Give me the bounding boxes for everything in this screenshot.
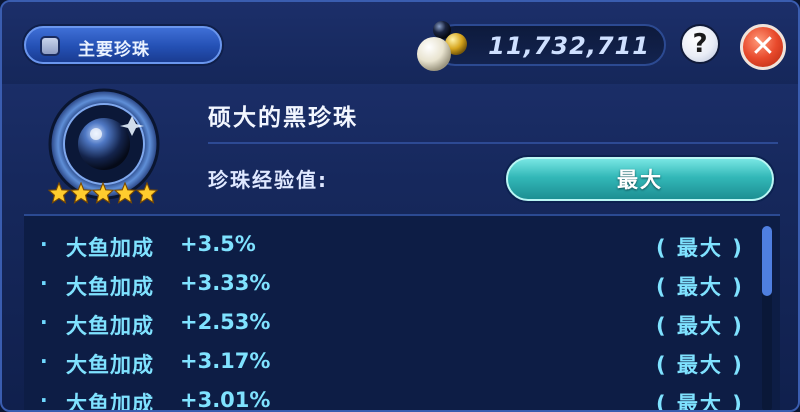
bonus-label: 大鱼加成 (66, 314, 154, 338)
star-icon (136, 182, 158, 204)
help-button[interactable]: ? (680, 24, 720, 64)
bonus-value: +3.17% (180, 349, 271, 373)
tab-main-pearl[interactable]: 主要珍珠 (24, 26, 222, 64)
bonus-label: 大鱼加成 (66, 275, 154, 299)
list-item: · 大鱼加成 +3.5% ( 最大 ) (24, 226, 760, 264)
bonus-value: +3.33% (180, 271, 271, 295)
bonus-label: 大鱼加成 (66, 236, 154, 260)
list-item: · 大鱼加成 +2.53% ( 最大 ) (24, 304, 760, 342)
star-icon (114, 182, 136, 204)
pearls-icon (417, 21, 467, 71)
scrollbar-thumb[interactable] (762, 226, 772, 296)
list-item: · 大鱼加成 +3.17% ( 最大 ) (24, 343, 760, 381)
pearl-name: 硕大的黑珍珠 (208, 105, 358, 131)
bonus-status: ( 最大 ) (656, 314, 744, 338)
bonus-list[interactable]: · 大鱼加成 +3.5% ( 最大 ) · 大鱼加成 +3.33% ( 最大 )… (24, 214, 780, 412)
star-icon (70, 182, 92, 204)
bullet: · (40, 349, 48, 373)
bonus-status: ( 最大 ) (656, 353, 744, 377)
list-item: · 大鱼加成 +3.01% ( 最大 ) (24, 382, 760, 412)
bonus-status: ( 最大 ) (656, 236, 744, 260)
divider (208, 142, 778, 144)
bullet: · (40, 271, 48, 295)
coin-value: 11,732,711 (488, 32, 650, 60)
help-icon: ? (692, 29, 708, 59)
exp-label: 珍珠经验值: (208, 168, 328, 192)
bullet: · (40, 232, 48, 256)
bullet: · (40, 388, 48, 412)
close-button[interactable]: ✕ (740, 24, 786, 70)
toggle-icon[interactable] (40, 36, 60, 56)
star-rating (48, 182, 160, 206)
list-item: · 大鱼加成 +3.33% ( 最大 ) (24, 265, 760, 303)
bonus-value: +3.01% (180, 388, 271, 412)
bonus-label: 大鱼加成 (66, 392, 154, 412)
close-icon: ✕ (750, 29, 776, 64)
tab-label: 主要珍珠 (78, 40, 150, 60)
exp-value: 最大 (617, 168, 663, 192)
bullet: · (40, 310, 48, 334)
bonus-value: +3.5% (180, 232, 256, 256)
bonus-label: 大鱼加成 (66, 353, 154, 377)
star-icon (92, 182, 114, 204)
bonus-value: +2.53% (180, 310, 271, 334)
star-icon (48, 182, 70, 204)
exp-bar: 最大 (506, 157, 774, 201)
pearl-panel: 主要珍珠 11,732,711 ? ✕ 硕大的黑珍珠 珍珠经验值: 最大 · 大… (0, 0, 800, 412)
header-bar: 主要珍珠 11,732,711 ? ✕ (2, 2, 798, 84)
bonus-status: ( 最大 ) (656, 275, 744, 299)
bonus-status: ( 最大 ) (656, 392, 744, 412)
